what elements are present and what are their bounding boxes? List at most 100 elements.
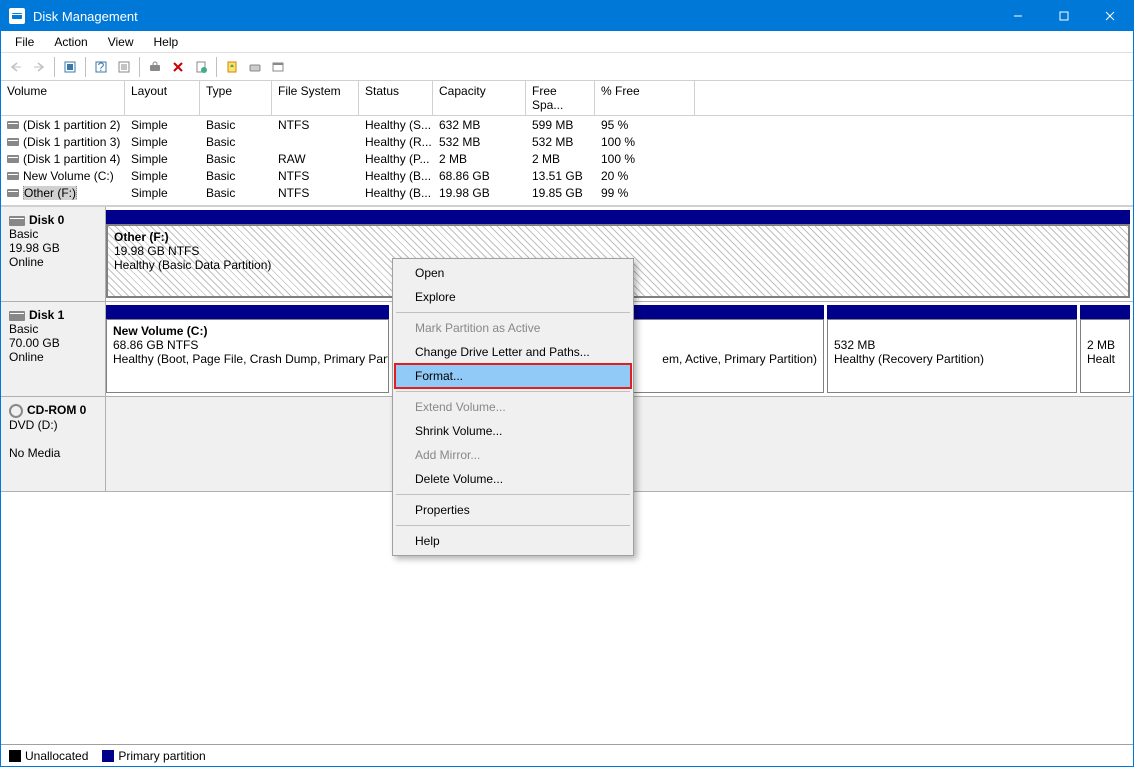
table-row[interactable]: (Disk 1 partition 2) Simple Basic NTFS H… <box>1 116 1133 133</box>
menu-file[interactable]: File <box>5 33 44 51</box>
partition-small[interactable]: 2 MB Healt <box>1080 305 1130 393</box>
disk-name: CD-ROM 0 <box>27 403 86 417</box>
partition-size: 68.86 GB NTFS <box>113 338 382 352</box>
cell-type: Basic <box>200 169 272 183</box>
svg-text:?: ? <box>98 60 105 74</box>
table-row[interactable]: (Disk 1 partition 4) Simple Basic RAW He… <box>1 150 1133 167</box>
partition-new-volume-c[interactable]: New Volume (C:) 68.86 GB NTFS Healthy (B… <box>106 305 389 393</box>
disk-label[interactable]: Disk 0 Basic 19.98 GB Online <box>1 207 106 301</box>
cell-capacity: 532 MB <box>433 135 526 149</box>
window-icon[interactable] <box>267 56 289 78</box>
cell-free: 599 MB <box>526 118 595 132</box>
drive-icon[interactable] <box>244 56 266 78</box>
table-row[interactable]: New Volume (C:) Simple Basic NTFS Health… <box>1 167 1133 184</box>
close-button[interactable] <box>1087 1 1133 31</box>
help-icon[interactable]: ? <box>90 56 112 78</box>
col-layout[interactable]: Layout <box>125 81 200 115</box>
cdrom-icon <box>9 404 23 418</box>
disk-name: Disk 1 <box>29 308 64 322</box>
partition-recovery[interactable]: 532 MB Healthy (Recovery Partition) <box>827 305 1077 393</box>
properties-icon[interactable] <box>190 56 212 78</box>
partition-name: New Volume (C:) <box>113 324 382 338</box>
cell-status: Healthy (R... <box>359 135 433 149</box>
disk-status: Online <box>9 255 97 269</box>
legend-swatch-navy <box>102 750 114 762</box>
disk-label[interactable]: CD-ROM 0 DVD (D:) No Media <box>1 397 106 491</box>
ctx-separator <box>396 494 630 495</box>
volume-icon <box>7 189 19 197</box>
disk-label[interactable]: Disk 1 Basic 70.00 GB Online <box>1 302 106 396</box>
partition-size: 19.98 GB NTFS <box>114 244 1122 258</box>
disk-name: Disk 0 <box>29 213 64 227</box>
ctx-shrink-volume[interactable]: Shrink Volume... <box>395 419 631 443</box>
ctx-explore[interactable]: Explore <box>395 285 631 309</box>
col-filesystem[interactable]: File System <box>272 81 359 115</box>
legend-swatch-black <box>9 750 21 762</box>
partition-status: Healt <box>1087 352 1123 366</box>
volume-name: New Volume (C:) <box>23 169 114 183</box>
back-button[interactable] <box>5 56 27 78</box>
cell-capacity: 68.86 GB <box>433 169 526 183</box>
app-icon <box>9 8 25 24</box>
ctx-help[interactable]: Help <box>395 529 631 553</box>
toolbar-separator <box>54 57 55 77</box>
settings-icon[interactable] <box>59 56 81 78</box>
col-type[interactable]: Type <box>200 81 272 115</box>
ctx-mark-active: Mark Partition as Active <box>395 316 631 340</box>
volumes-header: Volume Layout Type File System Status Ca… <box>1 81 1133 116</box>
ctx-format[interactable]: Format... <box>394 363 632 389</box>
volume-name: (Disk 1 partition 2) <box>23 118 120 132</box>
cell-status: Healthy (S... <box>359 118 433 132</box>
forward-button[interactable] <box>28 56 50 78</box>
window-title: Disk Management <box>33 9 995 24</box>
ctx-delete-volume[interactable]: Delete Volume... <box>395 467 631 491</box>
cell-pct: 20 % <box>595 169 695 183</box>
cell-free: 532 MB <box>526 135 595 149</box>
disk-status: No Media <box>9 446 97 460</box>
delete-icon[interactable] <box>167 56 189 78</box>
partition-header-bar <box>1080 305 1130 319</box>
partition-name <box>834 324 1070 338</box>
col-volume[interactable]: Volume <box>1 81 125 115</box>
cell-capacity: 2 MB <box>433 152 526 166</box>
action-icon[interactable] <box>221 56 243 78</box>
maximize-button[interactable] <box>1041 1 1087 31</box>
disk-size: 19.98 GB <box>9 241 97 255</box>
cell-type: Basic <box>200 135 272 149</box>
col-capacity[interactable]: Capacity <box>433 81 526 115</box>
cell-layout: Simple <box>125 186 200 200</box>
partition-header-bar <box>827 305 1077 319</box>
context-menu: Open Explore Mark Partition as Active Ch… <box>392 258 634 556</box>
cell-pct: 99 % <box>595 186 695 200</box>
partition-name <box>1087 324 1123 338</box>
partition-header-bar <box>106 305 389 319</box>
ctx-properties[interactable]: Properties <box>395 498 631 522</box>
col-freespace[interactable]: Free Spa... <box>526 81 595 115</box>
col-status[interactable]: Status <box>359 81 433 115</box>
ctx-separator <box>396 525 630 526</box>
volume-name: (Disk 1 partition 4) <box>23 152 120 166</box>
minimize-button[interactable] <box>995 1 1041 31</box>
cell-pct: 95 % <box>595 118 695 132</box>
volume-icon <box>7 138 19 146</box>
ctx-open[interactable]: Open <box>395 261 631 285</box>
legend-unallocated: Unallocated <box>9 749 88 763</box>
partition-size: 532 MB <box>834 338 1070 352</box>
menubar: File Action View Help <box>1 31 1133 53</box>
menu-action[interactable]: Action <box>44 33 97 51</box>
disk-icon <box>9 311 25 321</box>
col-pctfree[interactable]: % Free <box>595 81 695 115</box>
cell-fs: NTFS <box>272 118 359 132</box>
cell-fs: RAW <box>272 152 359 166</box>
menu-help[interactable]: Help <box>144 33 189 51</box>
list-icon[interactable] <box>113 56 135 78</box>
menu-view[interactable]: View <box>98 33 144 51</box>
cell-layout: Simple <box>125 118 200 132</box>
cell-pct: 100 % <box>595 135 695 149</box>
refresh-icon[interactable] <box>144 56 166 78</box>
table-row[interactable]: Other (F:) Simple Basic NTFS Healthy (B.… <box>1 184 1133 201</box>
legend: Unallocated Primary partition <box>1 744 1133 766</box>
ctx-change-drive-letter[interactable]: Change Drive Letter and Paths... <box>395 340 631 364</box>
table-row[interactable]: (Disk 1 partition 3) Simple Basic Health… <box>1 133 1133 150</box>
disk-status: Online <box>9 350 97 364</box>
